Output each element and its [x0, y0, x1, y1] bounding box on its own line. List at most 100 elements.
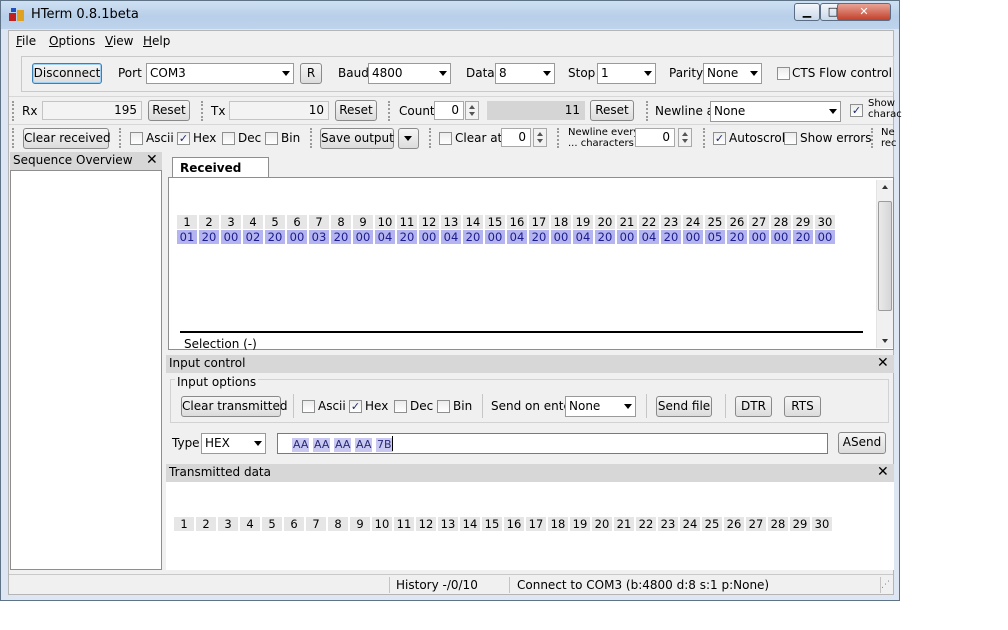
received-index-cell: 16: [507, 215, 527, 229]
received-byte-cell: 00: [353, 230, 373, 244]
clear-transmitted-button[interactable]: Clear transmitted: [181, 396, 287, 417]
received-scrollbar[interactable]: [876, 180, 893, 348]
count-reset-button[interactable]: Reset: [590, 100, 634, 121]
rts-button[interactable]: RTS: [784, 396, 821, 417]
parity-select[interactable]: None: [703, 63, 762, 84]
newline-every-stepper[interactable]: [678, 128, 692, 147]
spin-down-icon: [537, 139, 543, 143]
toolbar-grip[interactable]: [646, 101, 649, 121]
send-on-enter-select[interactable]: None: [565, 396, 636, 417]
input-type-select[interactable]: HEX: [201, 433, 266, 454]
separator: [725, 394, 726, 418]
tx-dec-checkbox[interactable]: [394, 400, 407, 413]
transmitted-index-cell: 21: [614, 517, 634, 531]
received-byte-cell: 01: [177, 230, 197, 244]
cts-checkbox[interactable]: [777, 67, 790, 80]
scroll-up-icon[interactable]: [882, 185, 888, 189]
clear-received-button[interactable]: Clear received: [23, 128, 111, 149]
toolbar-grip[interactable]: [871, 128, 874, 148]
minimize-button[interactable]: ▁: [794, 3, 820, 21]
tx-bin-checkbox[interactable]: [437, 400, 450, 413]
sequence-list[interactable]: [10, 170, 162, 570]
close-icon[interactable]: ✕: [877, 355, 889, 372]
received-index-cell: 8: [331, 215, 351, 229]
toolbar-grip[interactable]: [119, 128, 122, 148]
received-index-cell: 19: [573, 215, 593, 229]
tx-hex-label: Hex: [365, 399, 389, 413]
refresh-ports-button[interactable]: R: [300, 63, 322, 84]
transmitted-index-cell: 11: [394, 517, 414, 531]
received-byte-cell: 00: [485, 230, 505, 244]
menu-view[interactable]: View: [105, 34, 133, 48]
title-bar[interactable]: HTerm 0.8.1beta ▁ □ ✕: [1, 1, 899, 29]
asend-button[interactable]: ASend: [838, 432, 886, 454]
transmitted-data-view[interactable]: 1 2 3 4 5 6 7 8 9 10 11 12 13 14 15 16 17 18 19 20 21 22 23 24 2…: [166, 482, 894, 570]
toolbar-grip[interactable]: [12, 128, 15, 148]
autoscroll-checkbox[interactable]: ✓: [713, 132, 726, 145]
tab-received-data[interactable]: Received Data: [172, 157, 269, 195]
transmitted-index-cell: 8: [328, 517, 348, 531]
received-index-cell: 28: [771, 215, 791, 229]
disconnect-button[interactable]: Disconnect: [32, 63, 102, 84]
transmitted-index-cell: 18: [548, 517, 568, 531]
transmitted-index-cell: 20: [592, 517, 612, 531]
received-index-cell: 10: [375, 215, 395, 229]
selection-label: Selection (-): [184, 337, 257, 351]
type-label: Type: [172, 436, 200, 450]
show-errors-checkbox[interactable]: [784, 132, 797, 145]
transmitted-index-cell: 12: [416, 517, 436, 531]
baud-select[interactable]: 4800: [368, 63, 451, 84]
transmitted-index-cell: 28: [768, 517, 788, 531]
menu-help[interactable]: Help: [143, 34, 170, 48]
newline-at-select[interactable]: None: [710, 101, 841, 122]
rx-dec-checkbox[interactable]: [222, 132, 235, 145]
received-data-view[interactable]: 1 2 3 4 5 6 7 8 9 10 11 12 13 14 15 16 17 18 19 20 21 22 23 24 2…: [168, 177, 894, 351]
received-scroll-thumb[interactable]: [878, 201, 892, 311]
dtr-button[interactable]: DTR: [735, 396, 772, 417]
close-icon[interactable]: ✕: [146, 152, 158, 169]
clear-at-checkbox[interactable]: [439, 132, 452, 145]
resize-grip-icon[interactable]: ⋰: [881, 580, 890, 590]
send-file-button[interactable]: Send file: [656, 396, 712, 417]
rx-reset-button[interactable]: Reset: [148, 100, 190, 121]
menu-options[interactable]: Options: [49, 34, 95, 48]
newline-every-input[interactable]: 0: [635, 128, 675, 147]
toolbar-grip[interactable]: [429, 128, 432, 148]
input-options-label: Input options: [175, 375, 259, 389]
count-stepper[interactable]: [465, 101, 479, 120]
toolbar-grip[interactable]: [310, 128, 313, 148]
chevron-down-icon: [404, 136, 412, 141]
rx-bin-checkbox[interactable]: [265, 132, 278, 145]
clear-at-stepper[interactable]: [533, 128, 547, 147]
clear-at-input[interactable]: 0: [501, 128, 531, 147]
menu-file[interactable]: File: [16, 34, 36, 48]
tx-reset-button[interactable]: Reset: [335, 100, 377, 121]
close-icon[interactable]: ✕: [877, 464, 889, 481]
rx-ascii-checkbox[interactable]: [130, 132, 143, 145]
baud-label: Baud: [338, 66, 369, 80]
tx-ascii-checkbox[interactable]: [302, 400, 315, 413]
toolbar-grip[interactable]: [388, 101, 391, 121]
received-byte-cell: 20: [793, 230, 813, 244]
send-input-byte: AA: [292, 438, 310, 452]
toolbar-grip[interactable]: [12, 101, 15, 121]
show-chars-checkbox[interactable]: ✓: [850, 104, 863, 117]
port-select[interactable]: COM3: [146, 63, 294, 84]
toolbar-grip[interactable]: [703, 128, 706, 148]
data-bits-select[interactable]: 8: [495, 63, 555, 84]
toolbar-grip[interactable]: [557, 128, 560, 148]
rx-hex-checkbox[interactable]: ✓: [177, 132, 190, 145]
count-input[interactable]: 0: [434, 101, 464, 120]
save-output-button[interactable]: Save output: [320, 128, 394, 149]
toolbar-grip[interactable]: [201, 101, 204, 121]
rx-label: Rx: [22, 104, 38, 118]
tx-count: 10: [229, 101, 329, 120]
scroll-down-icon[interactable]: [882, 339, 888, 343]
save-output-menu-button[interactable]: [398, 128, 419, 149]
received-byte-cell: 00: [419, 230, 439, 244]
chevron-down-icon: [282, 71, 290, 76]
stop-bits-select[interactable]: 1: [597, 63, 656, 84]
tx-hex-checkbox[interactable]: ✓: [349, 400, 362, 413]
transmitted-index-cell: 26: [724, 517, 744, 531]
close-window-button[interactable]: ✕: [837, 3, 891, 21]
